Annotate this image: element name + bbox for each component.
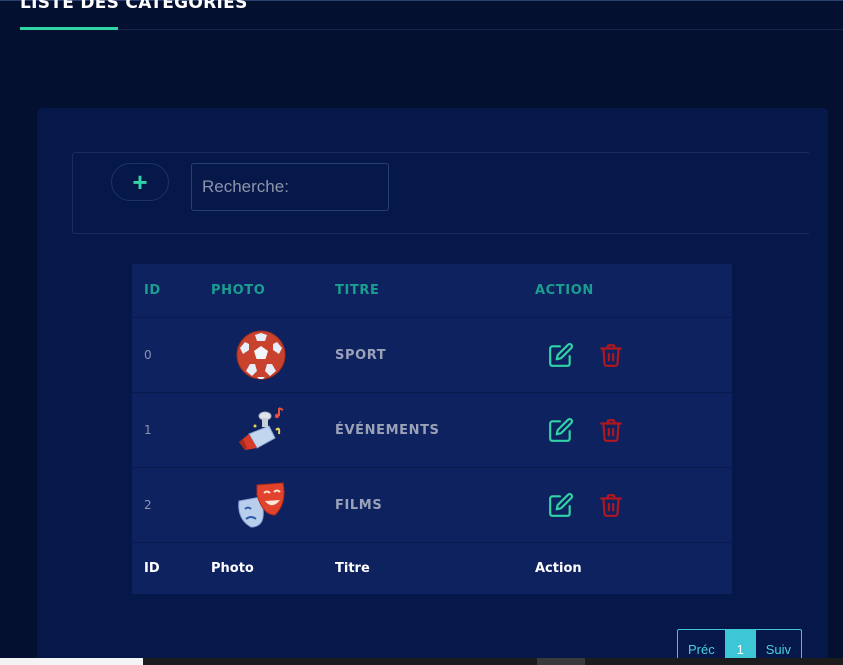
column-header-photo[interactable]: PHOTO bbox=[211, 264, 335, 318]
footer-action: Action bbox=[535, 561, 582, 576]
taskbar-tab bbox=[537, 658, 585, 665]
party-popper-icon bbox=[235, 404, 287, 456]
action-group bbox=[548, 492, 732, 518]
add-category-button[interactable]: + bbox=[111, 163, 169, 201]
title-divider bbox=[20, 29, 843, 30]
trash-icon[interactable] bbox=[598, 342, 624, 368]
row-actions bbox=[535, 467, 732, 543]
categories-table: ID PHOTO TITRE ACTION 0 SPORT 1 ÉVÉNEMEN… bbox=[132, 264, 732, 594]
row-actions bbox=[535, 317, 732, 393]
trash-icon[interactable] bbox=[598, 417, 624, 443]
footer-title: Titre bbox=[335, 561, 370, 576]
action-group bbox=[548, 417, 732, 443]
table-header-row: ID PHOTO TITRE ACTION bbox=[132, 264, 732, 318]
taskbar-segment bbox=[0, 658, 143, 665]
row-actions bbox=[535, 392, 732, 468]
categories-card: + ID PHOTO TITRE ACTION 0 bbox=[37, 108, 828, 665]
table-row: 1 ÉVÉNEMENTS bbox=[132, 392, 732, 468]
table-row: 0 SPORT bbox=[132, 317, 732, 393]
row-id: 1 bbox=[132, 392, 211, 468]
page-title: LISTE DES CATÉGORIES bbox=[20, 0, 248, 13]
footer-photo: Photo bbox=[211, 561, 254, 576]
column-header-id[interactable]: ID bbox=[132, 264, 211, 318]
page: LISTE DES CATÉGORIES + ID PHOTO TITRE AC… bbox=[0, 0, 843, 665]
footer-id: ID bbox=[144, 561, 160, 576]
table-footer-row: ID Photo Titre Action bbox=[132, 543, 732, 595]
theater-masks-icon bbox=[235, 479, 287, 531]
edit-icon[interactable] bbox=[548, 417, 574, 443]
row-id: 2 bbox=[132, 467, 211, 543]
row-title: SPORT bbox=[335, 317, 535, 393]
column-header-action[interactable]: ACTION bbox=[535, 264, 732, 318]
row-title: FILMS bbox=[335, 467, 535, 543]
title-accent-underline bbox=[20, 27, 118, 30]
search-input[interactable] bbox=[191, 163, 389, 211]
soccer-ball-icon bbox=[235, 329, 287, 381]
row-title: ÉVÉNEMENTS bbox=[335, 392, 535, 468]
row-id: 0 bbox=[132, 317, 211, 393]
row-photo bbox=[211, 392, 335, 468]
edit-icon[interactable] bbox=[548, 492, 574, 518]
row-photo bbox=[211, 317, 335, 393]
toolbar: + bbox=[72, 152, 809, 234]
action-group bbox=[548, 342, 732, 368]
row-photo bbox=[211, 467, 335, 543]
column-header-title[interactable]: TITRE bbox=[335, 264, 535, 318]
edit-icon[interactable] bbox=[548, 342, 574, 368]
trash-icon[interactable] bbox=[598, 492, 624, 518]
table-row: 2 FILMS bbox=[132, 467, 732, 543]
